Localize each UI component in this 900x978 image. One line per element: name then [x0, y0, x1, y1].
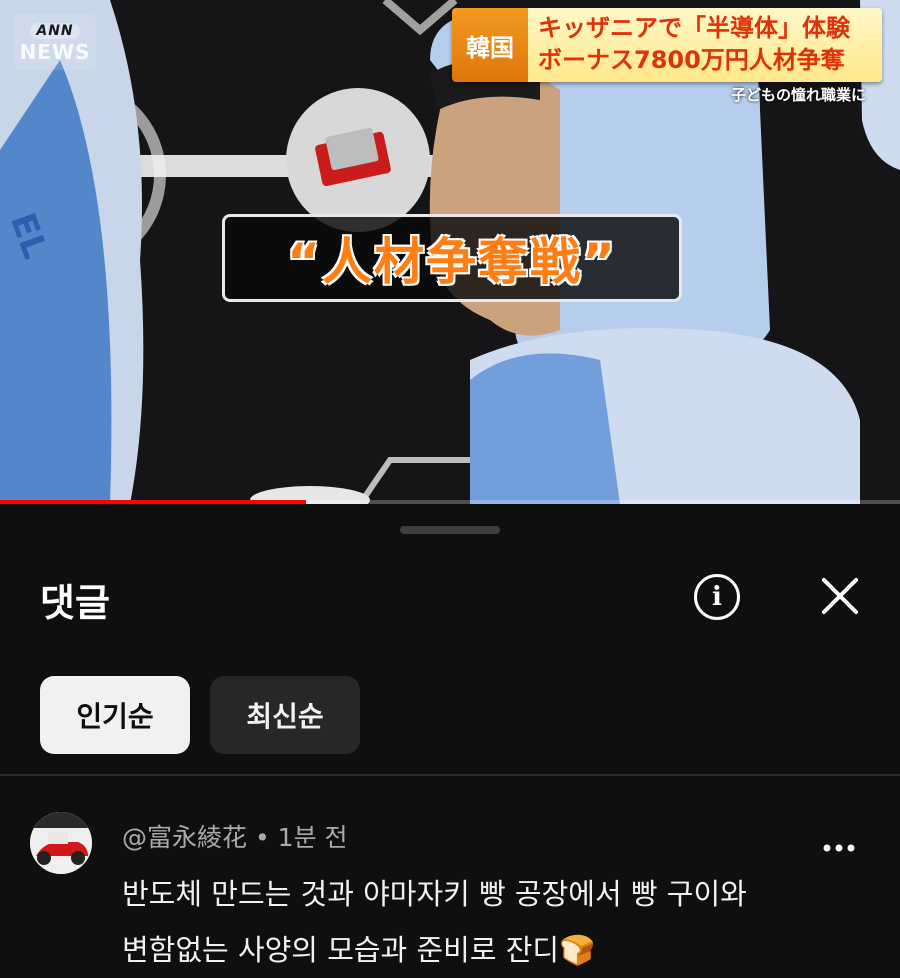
comment-body: 반도체 만드는 것과 야마자키 빵 공장에서 빵 구이와 변함없는 사양의 모습…: [122, 866, 862, 978]
headline-line-1: キッザニアで「半導体」体験: [538, 14, 850, 42]
sort-chip-popular[interactable]: 인기순: [40, 676, 190, 754]
comment-more-button[interactable]: [818, 828, 860, 868]
close-icon: [822, 578, 858, 614]
avatar[interactable]: [30, 812, 92, 874]
headline-line-2: ボーナス7800万円人材争奪: [538, 46, 845, 74]
meta-separator: •: [254, 823, 270, 852]
drag-handle[interactable]: [400, 526, 500, 534]
divider: [0, 774, 900, 776]
comment-line-2: 변함없는 사양의 모습과 준비로 잔디🍞: [122, 933, 596, 967]
logo-top-text: ANN: [30, 22, 80, 39]
video-caption: “人材争奪戦”: [222, 214, 682, 302]
comment-author[interactable]: @富永綾花: [122, 823, 247, 852]
channel-logo: ANN NEWS: [14, 14, 96, 70]
comment-meta: @富永綾花 • 1분 전: [122, 818, 348, 854]
comments-sheet: 댓글 i 인기순 최신순 @富永綾花 • 1분 전 반도체 만드는 것과 야마자…: [0, 504, 900, 976]
info-icon: i: [712, 582, 722, 612]
headline-subline: 子どもの憧れ職業に: [730, 86, 866, 104]
sort-chip-newest[interactable]: 최신순: [210, 676, 360, 754]
comment-line-1: 반도체 만드는 것과 야마자키 빵 공장에서 빵 구이와: [122, 877, 747, 911]
close-button[interactable]: [818, 574, 862, 618]
more-vert-icon: [823, 844, 855, 852]
logo-bottom-text: NEWS: [19, 39, 91, 64]
comment-time: 1분 전: [277, 823, 348, 852]
video-player[interactable]: EL ANN NEWS 韓国 キッザニアで「半導体」体験 ボーナス7800万円人…: [0, 0, 900, 504]
news-headline: 韓国 キッザニアで「半導体」体験 ボーナス7800万円人材争奪: [452, 8, 882, 82]
avatar-image: [30, 812, 92, 874]
comments-title: 댓글: [40, 581, 110, 625]
headline-tag: 韓国: [452, 8, 528, 82]
headline-text: キッザニアで「半導体」体験 ボーナス7800万円人材争奪: [528, 8, 882, 82]
info-button[interactable]: i: [694, 574, 740, 620]
